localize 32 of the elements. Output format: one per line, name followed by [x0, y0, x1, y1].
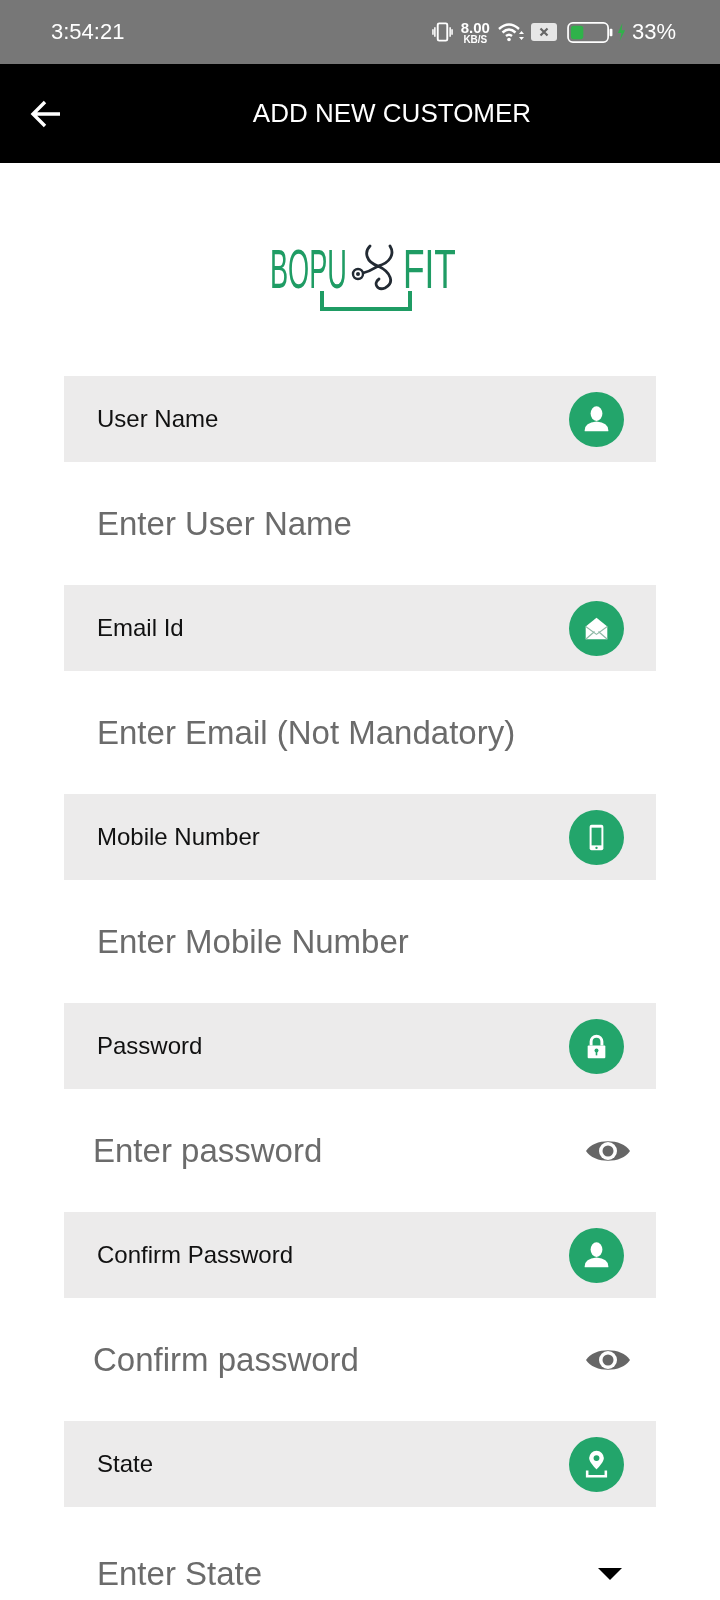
field-label: Confirm Password [97, 1241, 294, 1269]
back-arrow-icon [30, 99, 62, 128]
field-label: Email Id [97, 614, 184, 642]
field-label: User Name [97, 405, 219, 433]
password-input[interactable]: Enter password [93, 1128, 585, 1173]
field-label: Mobile Number [97, 823, 260, 851]
network-speed: 8.00 [460, 19, 490, 35]
sim-blocked-icon [530, 23, 557, 41]
location-pin-icon [569, 1436, 624, 1492]
screen-title: ADD NEW CUSTOMER [251, 98, 533, 129]
password-input[interactable]: Confirm password [93, 1337, 585, 1382]
state-dropdown[interactable]: Enter State [97, 1552, 622, 1596]
lock-icon [569, 1018, 624, 1074]
person-icon [569, 1227, 624, 1283]
battery-percent: 33% [631, 19, 676, 45]
envelope-icon [569, 600, 624, 656]
text-input[interactable]: Enter Mobile Number [97, 919, 631, 964]
text-input[interactable]: Enter User Name [97, 501, 631, 546]
caret-icon [598, 1568, 622, 1580]
field-label: State [97, 1450, 154, 1478]
network-speed-unit: KB/S [463, 34, 488, 45]
vibrate-icon [431, 22, 453, 42]
person-icon [569, 391, 624, 447]
logo-text: FIT [402, 247, 456, 291]
text-input[interactable]: Enter Email (Not Mandatory) [97, 710, 631, 755]
field-label: Password [97, 1032, 203, 1060]
battery-icon [566, 21, 613, 43]
charging-bolt-icon [616, 23, 626, 41]
logo-text: BOPU [270, 247, 348, 291]
wifi-icon [497, 22, 524, 42]
phone-icon [569, 809, 624, 865]
status-time: 3:54:21 [51, 19, 125, 45]
